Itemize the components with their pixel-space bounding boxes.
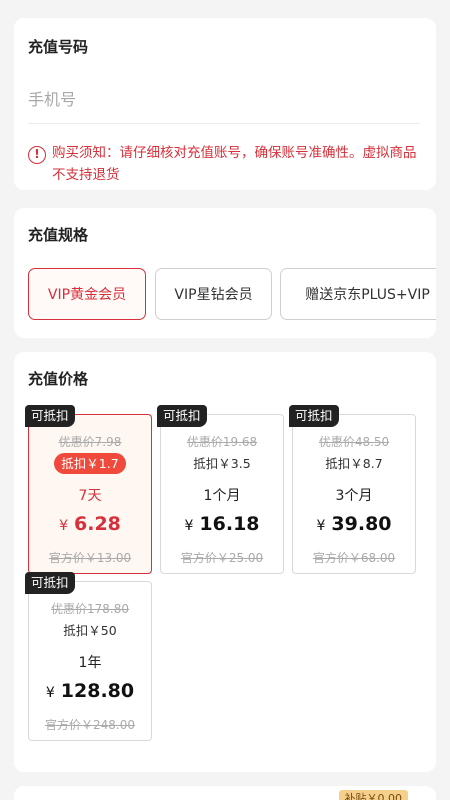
discount-label: 抵扣￥8.7: [325, 456, 383, 471]
purchase-notice: ! 购买须知：请仔细核对充值账号，确保账号准确性。虚拟商品不支持退货: [28, 142, 420, 186]
discount-label: 抵扣￥50: [63, 623, 117, 638]
spec-option-gold[interactable]: VIP黄金会员: [28, 268, 146, 320]
deductible-badge: 可抵扣: [157, 405, 207, 427]
currency-symbol: ¥: [316, 518, 326, 534]
warning-icon: !: [28, 146, 46, 164]
price-value: 39.80: [331, 513, 392, 535]
notice-text: 购买须知：请仔细核对充值账号，确保账号准确性。虚拟商品不支持退货: [52, 145, 417, 183]
plan-price: ¥6.28: [29, 513, 151, 535]
price-value: 128.80: [60, 680, 135, 702]
subsidy-tag: 补贴￥0.00: [338, 790, 408, 800]
plan-period: 1个月: [203, 488, 241, 504]
price-plan-7-days[interactable]: 可抵扣 优惠价7.98 抵扣￥1.7 7天 ¥6.28 官方价￥13.00: [25, 405, 152, 574]
promo-price: 优惠价178.80: [51, 602, 129, 616]
official-price: 官方价￥13.00: [48, 551, 132, 565]
deductible-badge: 可抵扣: [289, 405, 339, 427]
spec-options[interactable]: VIP黄金会员 VIP星钻会员 赠送京东PLUS+VIP: [28, 266, 436, 322]
discount-pill: 抵扣￥1.7: [54, 453, 126, 474]
deductible-badge: 可抵扣: [25, 572, 75, 594]
currency-symbol: ¥: [45, 685, 55, 701]
spec-option-diamond[interactable]: VIP星钻会员: [155, 268, 272, 320]
price-section-title: 充值价格: [28, 370, 89, 388]
price-card: 充值价格 可抵扣 优惠价7.98 抵扣￥1.7 7天 ¥6.28 官方价￥13.…: [14, 352, 436, 772]
phone-section-title: 充值号码: [28, 38, 89, 56]
plan-price: ¥128.80: [29, 680, 151, 702]
plan-period: 1年: [78, 655, 102, 671]
spec-section-title: 充值规格: [28, 226, 89, 244]
currency-symbol: ¥: [59, 518, 69, 534]
price-plan-1-year[interactable]: 可抵扣 优惠价178.80 抵扣￥50 1年 ¥128.80 官方价￥248.0…: [25, 572, 152, 741]
official-price: 官方价￥68.00: [312, 551, 396, 565]
discount-label: 抵扣￥3.5: [193, 456, 251, 471]
discount-label: 抵扣￥1.7: [29, 453, 151, 474]
price-plan-1-month[interactable]: 可抵扣 优惠价19.68 抵扣￥3.5 1个月 ¥16.18 官方价￥25.00: [157, 405, 284, 574]
bottom-card: 补贴￥0.00: [14, 786, 436, 800]
plan-price: ¥16.18: [161, 513, 283, 535]
price-value: 16.18: [199, 513, 260, 535]
phone-input[interactable]: [28, 76, 420, 124]
spec-card: 充值规格 VIP黄金会员 VIP星钻会员 赠送京东PLUS+VIP: [14, 208, 436, 338]
official-price: 官方价￥25.00: [180, 551, 264, 565]
official-price: 官方价￥248.00: [45, 718, 135, 732]
promo-price: 优惠价19.68: [186, 435, 258, 449]
plan-price: ¥39.80: [293, 513, 415, 535]
promo-price: 优惠价48.50: [318, 435, 390, 449]
currency-symbol: ¥: [184, 518, 194, 534]
spec-option-jd-plus[interactable]: 赠送京东PLUS+VIP: [280, 268, 436, 320]
promo-price: 优惠价7.98: [58, 435, 122, 449]
price-plan-3-months[interactable]: 可抵扣 优惠价48.50 抵扣￥8.7 3个月 ¥39.80 官方价￥68.00: [289, 405, 416, 574]
phone-card: 充值号码 ! 购买须知：请仔细核对充值账号，确保账号准确性。虚拟商品不支持退货: [14, 18, 436, 190]
price-value: 6.28: [74, 513, 121, 535]
plan-period: 7天: [78, 488, 102, 504]
plan-period: 3个月: [335, 488, 373, 504]
deductible-badge: 可抵扣: [25, 405, 75, 427]
